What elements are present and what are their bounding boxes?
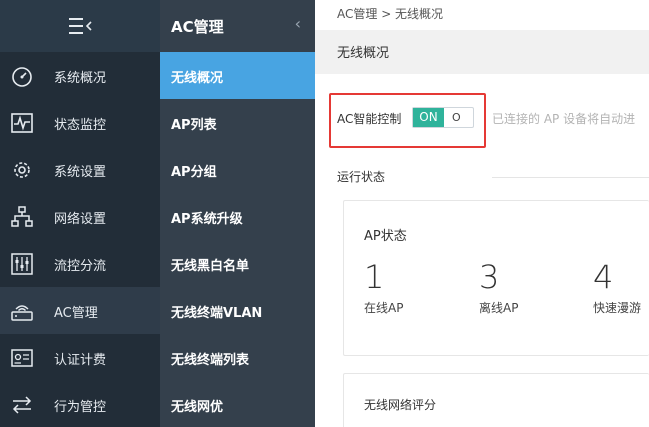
arrows-exchange-icon (12, 396, 32, 414)
stat-online-ap[interactable]: 1 在线AP (364, 257, 403, 316)
sidebar-item-ac-management[interactable]: AC管理 (0, 287, 160, 334)
sidebar-item-label: 状态监控 (54, 118, 107, 133)
sidebar-item-label: 行为管控 (54, 400, 107, 415)
id-card-icon (11, 349, 33, 367)
stat-caption: 离线AP (479, 301, 519, 315)
sidebar-item-label: 系统概况 (54, 71, 107, 86)
stat-caption: 在线AP (364, 301, 404, 315)
stat-value: 1 (364, 258, 385, 296)
sidebar-item-label: 系统设置 (54, 165, 107, 180)
sliders-icon (11, 253, 33, 275)
stat-value: 3 (479, 258, 500, 296)
subnav-item-terminal-vlan[interactable]: 无线终端VLAN (160, 287, 315, 334)
card-title: 无线网络评分 (364, 398, 437, 412)
subnav-item-label: AP系统升级 (171, 212, 243, 227)
subnav-title: AC管理 (171, 18, 224, 36)
subnav-item-label: 无线终端列表 (171, 353, 250, 368)
subnav-header: AC管理 ‹ (160, 0, 315, 52)
subnav-item-ap-upgrade[interactable]: AP系统升级 (160, 193, 315, 240)
subnav-item-terminal-list[interactable]: 无线终端列表 (160, 334, 315, 381)
pulse-icon (11, 113, 33, 133)
divider (492, 177, 649, 178)
chevron-left-icon[interactable]: ‹ (295, 14, 301, 33)
ac-control-label: AC智能控制 (337, 112, 402, 126)
menu-toggle-button[interactable] (0, 0, 160, 52)
card-title: AP状态 (364, 229, 407, 244)
ac-control-hint: 已连接的 AP 设备将自动进 (492, 112, 636, 126)
subnav-item-label: AP列表 (171, 118, 217, 133)
sidebar-item-system-overview[interactable]: 系统概况 (0, 52, 160, 99)
sidebar-item-label: AC管理 (54, 306, 98, 321)
section-label-running-status: 运行状态 (337, 170, 386, 184)
sidebar-item-behavior-control[interactable]: 行为管控 (0, 381, 160, 427)
ap-status-card: AP状态 1 在线AP 3 离线AP 4 快速漫游 (343, 200, 649, 356)
stat-offline-ap[interactable]: 3 离线AP (479, 257, 518, 316)
sidebar-item-status-monitor[interactable]: 状态监控 (0, 99, 160, 146)
main-content: AC管理 > 无线概况 无线概况 AC智能控制 ON O 已连接的 AP 设备将… (315, 0, 649, 427)
page-title-bar: 无线概况 (315, 30, 649, 74)
stat-value: 4 (593, 258, 614, 296)
page-title: 无线概况 (337, 46, 390, 61)
subnav-item-ap-group[interactable]: AP分组 (160, 146, 315, 193)
sidebar-item-label: 流控分流 (54, 259, 107, 274)
stat-caption: 快速漫游 (593, 301, 642, 315)
subnav-item-label: 无线网优 (171, 400, 224, 415)
subnav-item-label: 无线概况 (171, 71, 224, 86)
router-icon (11, 305, 33, 321)
sidebar-item-flow-control[interactable]: 流控分流 (0, 240, 160, 287)
network-icon (11, 206, 33, 227)
ac-control-toggle[interactable]: ON O (412, 107, 474, 128)
toggle-off-state: O (452, 111, 461, 124)
subnav-item-wireless-optimize[interactable]: 无线网优 (160, 381, 315, 427)
sidebar-item-label: 网络设置 (54, 212, 107, 227)
breadcrumb: AC管理 > 无线概况 (337, 7, 444, 21)
subnav-item-label: 无线终端VLAN (171, 306, 263, 321)
menu-collapse-icon (69, 18, 92, 34)
subnav-item-blackwhite-list[interactable]: 无线黑白名单 (160, 240, 315, 287)
sidebar-item-label: 认证计费 (54, 353, 107, 368)
sidebar-item-auth-billing[interactable]: 认证计费 (0, 334, 160, 381)
gear-icon (14, 162, 30, 178)
toggle-on-state: ON (413, 108, 444, 127)
subnav-item-label: AP分组 (171, 165, 217, 180)
primary-sidebar: 系统概况 状态监控 系统设置 网络设置 流控分流 AC管理 认证计费 行为管控 (0, 0, 160, 427)
wifi-score-card: 无线网络评分 (343, 373, 649, 427)
sidebar-item-network-settings[interactable]: 网络设置 (0, 193, 160, 240)
stat-fast-roaming[interactable]: 4 快速漫游 (593, 257, 641, 316)
subnav-item-ap-list[interactable]: AP列表 (160, 99, 315, 146)
subnav-item-label: 无线黑白名单 (171, 259, 250, 274)
subnav-item-wireless-overview[interactable]: 无线概况 (160, 52, 315, 99)
sidebar-item-system-settings[interactable]: 系统设置 (0, 146, 160, 193)
secondary-sidebar: AC管理 ‹ 无线概况 AP列表 AP分组 AP系统升级 无线黑白名单 无线终端… (160, 0, 315, 427)
dashboard-icon (12, 67, 32, 87)
